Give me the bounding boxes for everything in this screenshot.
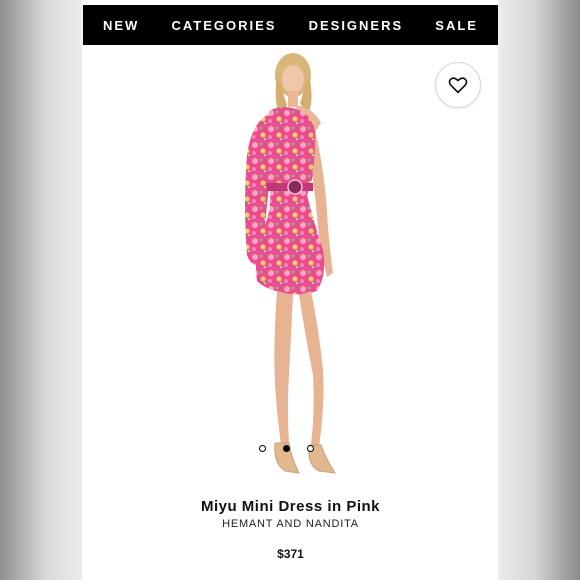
designer-name[interactable]: HEMANT AND NANDITA (83, 518, 498, 530)
product-price: $371 (277, 547, 304, 561)
carousel-dot[interactable] (307, 445, 314, 452)
carousel-dot[interactable] (259, 445, 266, 452)
wishlist-button[interactable] (435, 62, 481, 108)
product-page: NEW CATEGORIES DESIGNERS SALE Miyu Mini … (83, 0, 498, 580)
product-name: Miyu Mini Dress in Pink (200, 498, 381, 515)
top-navigation-bar: NEW CATEGORIES DESIGNERS SALE (83, 5, 498, 45)
nav-item-sale[interactable]: SALE (435, 18, 478, 33)
heart-icon (448, 77, 468, 94)
nav-item-new[interactable]: NEW (103, 18, 139, 33)
nav-item-categories[interactable]: CATEGORIES (171, 18, 276, 33)
nav-item-designers[interactable]: DESIGNERS (309, 18, 404, 33)
image-carousel-indicators (259, 445, 314, 452)
product-image[interactable] (203, 45, 383, 485)
carousel-dot-active[interactable] (283, 445, 290, 452)
